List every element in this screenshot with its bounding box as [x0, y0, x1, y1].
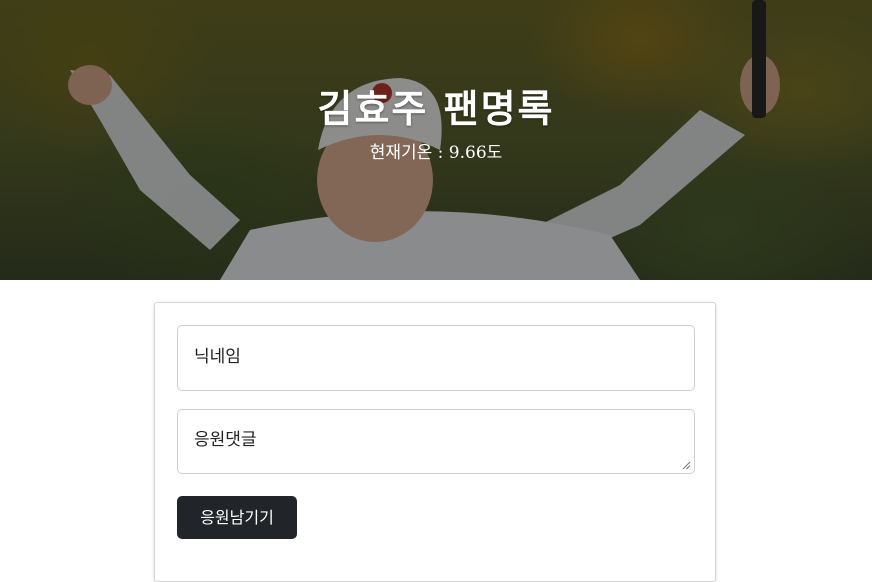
hero-text: 김효주 팬명록 현재기온 : 9.66도	[0, 82, 872, 164]
guestbook-form-card: 닉네임 응원댓글 응원남기기	[154, 302, 716, 582]
submit-cheer-button[interactable]: 응원남기기	[177, 496, 297, 539]
page-title: 김효주 팬명록	[317, 86, 555, 131]
nickname-placeholder: 닉네임	[194, 347, 241, 367]
nickname-input[interactable]: 닉네임	[177, 325, 695, 391]
comment-textarea[interactable]: 응원댓글	[177, 409, 695, 474]
comment-placeholder: 응원댓글	[194, 430, 257, 450]
hero-banner: 김효주 팬명록 현재기온 : 9.66도	[0, 0, 872, 280]
current-temperature: 현재기온 : 9.66도	[369, 143, 503, 163]
resize-handle-icon[interactable]	[681, 460, 691, 470]
